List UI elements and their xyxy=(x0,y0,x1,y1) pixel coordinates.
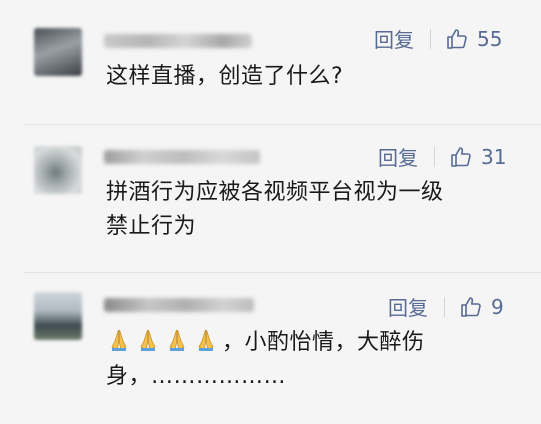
like-count: 9 xyxy=(491,294,504,319)
like-count: 31 xyxy=(481,144,507,169)
divider xyxy=(24,124,541,125)
reply-button[interactable]: 回复 xyxy=(378,142,418,171)
like-count: 55 xyxy=(477,26,503,51)
folded-hands-icon xyxy=(111,329,127,351)
comment-text-line: 身，……………… xyxy=(106,364,287,389)
comment-actions: 回复 9 xyxy=(388,292,504,321)
divider xyxy=(24,272,541,273)
comment-actions: 回复 55 xyxy=(374,24,502,53)
comment-actions: 回复 31 xyxy=(378,142,506,171)
username-blurred xyxy=(104,298,254,312)
reply-button[interactable]: 回复 xyxy=(388,292,428,321)
comment-text: 拼酒行为应被各视频平台视为一级 禁止行为 xyxy=(106,176,444,244)
folded-hands-icon xyxy=(169,329,185,351)
comment-text-segment: ，小酌怡情，大醉伤 xyxy=(222,330,425,355)
thumbs-up-icon[interactable] xyxy=(459,295,483,319)
divider xyxy=(434,146,435,167)
thumbs-up-icon[interactable] xyxy=(449,145,473,169)
avatar[interactable] xyxy=(34,146,82,194)
divider xyxy=(444,296,445,317)
comment-text: 这样直播，创造了什么? xyxy=(106,64,344,89)
divider xyxy=(430,28,431,49)
reply-button[interactable]: 回复 xyxy=(374,24,414,53)
comment-text-line: 拼酒行为应被各视频平台视为一级 xyxy=(106,180,444,205)
comment-text: ，小酌怡情，大醉伤 身，……………… xyxy=(106,326,425,394)
comment-text-line: 禁止行为 xyxy=(106,214,197,239)
comment-text-line: ，小酌怡情，大醉伤 xyxy=(106,326,425,360)
folded-hands-icon xyxy=(140,329,156,351)
avatar[interactable] xyxy=(34,28,82,76)
thumbs-up-icon[interactable] xyxy=(445,27,469,51)
folded-hands-icon xyxy=(198,329,214,351)
username-blurred xyxy=(104,150,260,164)
avatar[interactable] xyxy=(34,292,82,340)
username-blurred xyxy=(104,34,252,48)
